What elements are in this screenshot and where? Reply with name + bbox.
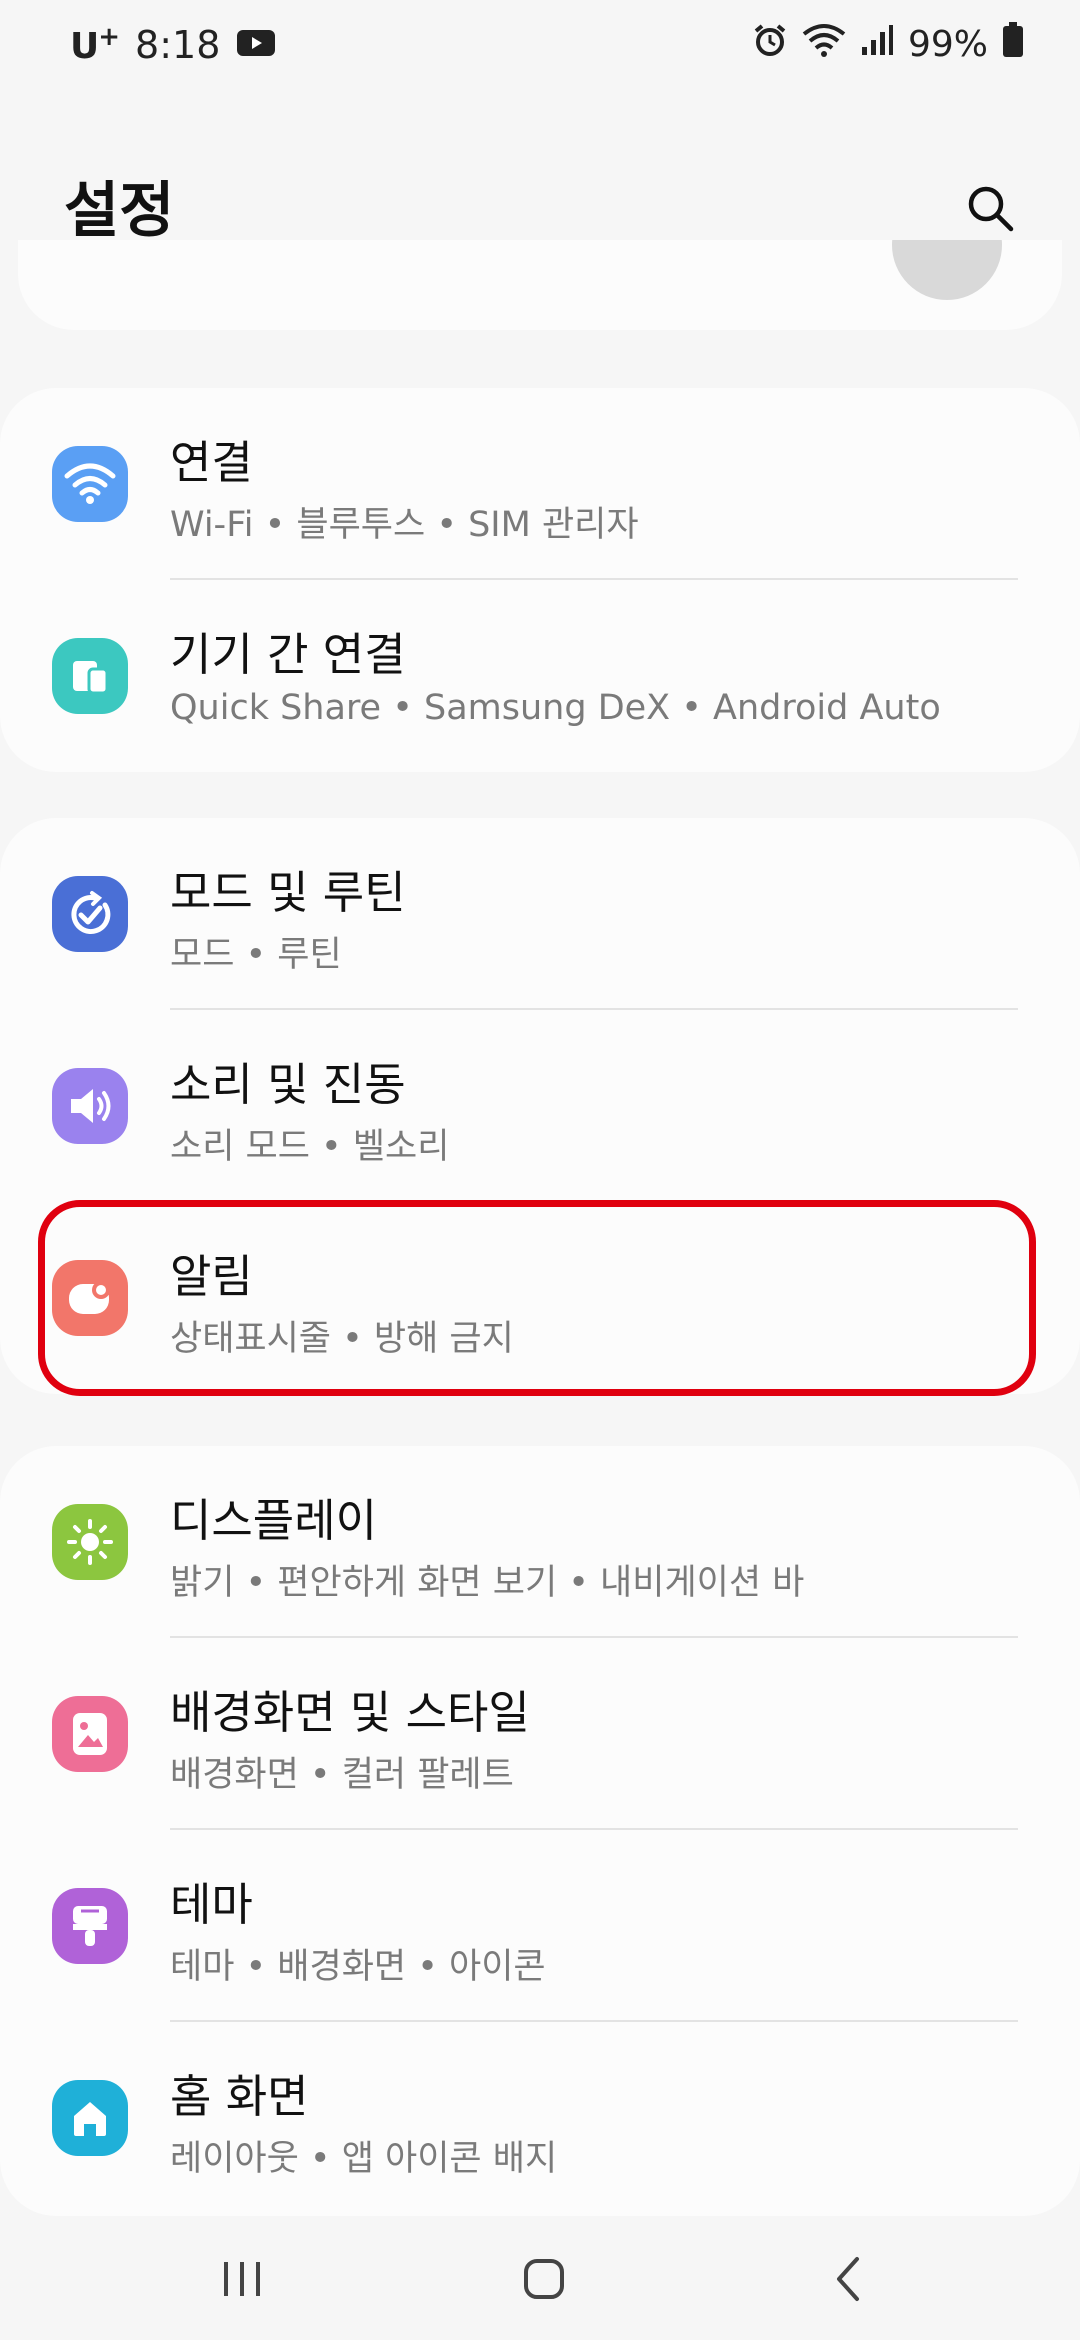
battery-text: 99% [907, 24, 988, 65]
status-bar: U+ 8:18 99% [0, 0, 1080, 96]
settings-item-wallpaper-style[interactable]: 배경화면 및 스타일 배경화면 • 컬러 팔레트 [0, 1638, 1080, 1830]
carrier-label: U+ [70, 22, 120, 67]
item-subtitle: 모드 • 루틴 [170, 935, 342, 975]
settings-item-notifications[interactable]: 알림 상태표시줄 • 방해 금지 [0, 1202, 1080, 1394]
home-button[interactable] [484, 2244, 604, 2314]
home-nav-icon [524, 2259, 564, 2299]
settings-group-sound: 모드 및 루틴 모드 • 루틴 소리 및 진동 소리 모드 • 벨소리 알림 상… [0, 818, 1080, 1394]
wifi-status-icon [802, 22, 846, 67]
home-icon [52, 2080, 128, 2156]
item-title: 배경화면 및 스타일 [170, 1686, 530, 1739]
settings-screen: U+ 8:18 99% 설정 연결 Wi-Fi • 블루투스 • SIM 관리자… [0, 0, 1080, 2340]
item-subtitle: Quick Share • Samsung DeX • Android Auto [170, 688, 941, 728]
settings-item-display[interactable]: 디스플레이 밝기 • 편안하게 화면 보기 • 내비게이션 바 [0, 1446, 1080, 1638]
theme-brush-icon [52, 1888, 128, 1964]
item-title: 소리 및 진동 [170, 1058, 406, 1111]
settings-group-connections: 연결 Wi-Fi • 블루투스 • SIM 관리자 기기 간 연결 Quick … [0, 388, 1080, 772]
page-title: 설정 [64, 176, 175, 246]
wallpaper-icon [52, 1696, 128, 1772]
back-button[interactable] [788, 2244, 908, 2314]
settings-item-home-screen[interactable]: 홈 화면 레이아웃 • 앱 아이콘 배지 [0, 2022, 1080, 2214]
search-icon [968, 186, 1014, 232]
item-subtitle: 테마 • 배경화면 • 아이콘 [170, 1947, 546, 1987]
notification-icon [52, 1260, 128, 1336]
back-icon [837, 2257, 859, 2301]
item-title: 홈 화면 [170, 2070, 309, 2123]
avatar [892, 240, 1002, 300]
item-subtitle: 배경화면 • 컬러 팔레트 [170, 1755, 514, 1795]
speaker-icon [52, 1068, 128, 1144]
recents-icon [224, 2262, 260, 2296]
status-right: 99% [752, 22, 1024, 67]
item-title: 연결 [170, 436, 253, 489]
settings-item-modes-routines[interactable]: 모드 및 루틴 모드 • 루틴 [0, 818, 1080, 1010]
search-button[interactable] [950, 168, 1030, 248]
devices-icon [52, 638, 128, 714]
signal-icon [860, 23, 894, 66]
status-left: U+ 8:18 [70, 22, 276, 67]
wifi-icon [52, 446, 128, 522]
settings-item-sound-vibration[interactable]: 소리 및 진동 소리 모드 • 벨소리 [0, 1010, 1080, 1202]
settings-item-themes[interactable]: 테마 테마 • 배경화면 • 아이콘 [0, 1830, 1080, 2022]
routine-icon [52, 876, 128, 952]
clock: 8:18 [135, 22, 221, 67]
sun-icon [52, 1504, 128, 1580]
item-subtitle: 밝기 • 편안하게 화면 보기 • 내비게이션 바 [170, 1563, 805, 1603]
battery-icon [1002, 22, 1024, 67]
account-card-partial[interactable] [18, 240, 1062, 330]
item-subtitle: 소리 모드 • 벨소리 [170, 1127, 450, 1167]
settings-item-connected-devices[interactable]: 기기 간 연결 Quick Share • Samsung DeX • Andr… [0, 580, 1080, 772]
item-title: 테마 [170, 1878, 253, 1931]
settings-item-connections[interactable]: 연결 Wi-Fi • 블루투스 • SIM 관리자 [0, 388, 1080, 580]
item-subtitle: Wi-Fi • 블루투스 • SIM 관리자 [170, 505, 639, 545]
navigation-bar [0, 2220, 1080, 2340]
item-title: 디스플레이 [170, 1494, 378, 1547]
item-subtitle: 상태표시줄 • 방해 금지 [170, 1319, 514, 1359]
alarm-icon [752, 22, 788, 67]
recents-button[interactable] [182, 2244, 302, 2314]
youtube-icon [236, 23, 276, 67]
item-title: 알림 [170, 1250, 253, 1303]
item-subtitle: 레이아웃 • 앱 아이콘 배지 [170, 2139, 558, 2179]
item-title: 기기 간 연결 [170, 628, 406, 681]
item-title: 모드 및 루틴 [170, 866, 406, 919]
settings-group-display: 디스플레이 밝기 • 편안하게 화면 보기 • 내비게이션 바 배경화면 및 스… [0, 1446, 1080, 2216]
